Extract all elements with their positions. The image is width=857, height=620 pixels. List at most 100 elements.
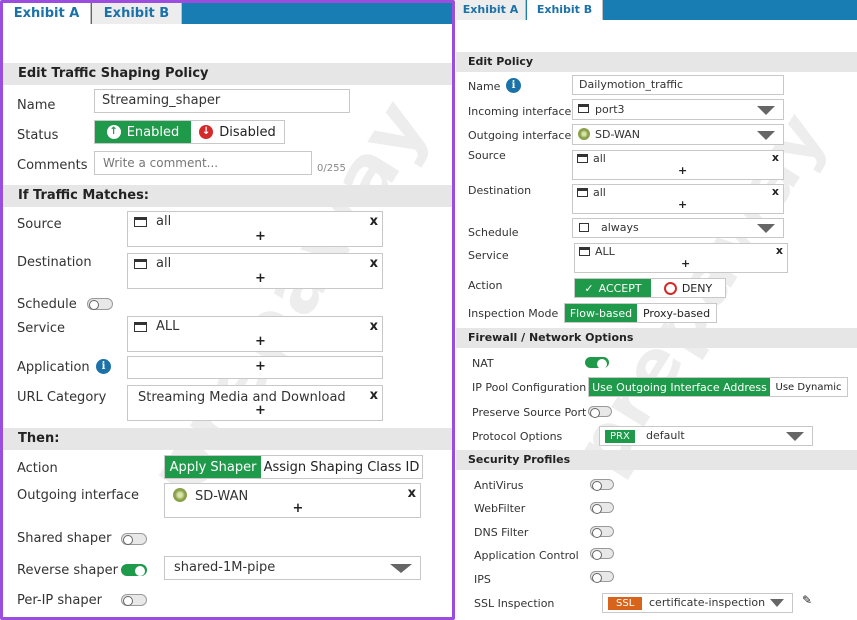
ips-toggle[interactable] bbox=[590, 571, 614, 583]
status-disabled-button[interactable]: ↓ Disabled bbox=[191, 121, 284, 143]
url-category-label: URL Category bbox=[17, 390, 107, 405]
tab-exhibit-a[interactable]: Exhibit A bbox=[3, 3, 91, 24]
use-outgoing-address-button[interactable]: Use Outgoing Interface Address bbox=[589, 378, 770, 396]
schedule-toggle[interactable] bbox=[87, 298, 113, 310]
add-application-icon[interactable]: + bbox=[255, 359, 266, 374]
tab-exhibit-b[interactable]: Exhibit B bbox=[92, 3, 182, 24]
section-firewall-network-options: Firewall / Network Options bbox=[456, 328, 857, 348]
protocol-options-select[interactable]: PRX default bbox=[599, 426, 813, 446]
protocol-options-value: default bbox=[646, 429, 685, 442]
url-category-field[interactable]: Streaming Media and Download x + bbox=[127, 385, 383, 421]
ssl-inspection-value: certificate-inspection bbox=[649, 596, 766, 609]
exhibit-a-tabbar: Exhibit A Exhibit B bbox=[3, 3, 452, 24]
info-icon[interactable]: i bbox=[506, 78, 521, 93]
remove-url-category-icon[interactable]: x bbox=[370, 388, 378, 403]
accept-label: ACCEPT bbox=[598, 281, 642, 295]
name-input[interactable]: Streaming_shaper bbox=[94, 89, 350, 113]
add-service-icon[interactable]: + bbox=[255, 334, 266, 349]
source-value: all bbox=[156, 214, 172, 229]
assign-shaping-class-button[interactable]: Assign Shaping Class ID bbox=[261, 456, 422, 478]
schedule-value: always bbox=[601, 221, 639, 234]
application-control-toggle[interactable] bbox=[590, 548, 614, 560]
service-icon bbox=[579, 247, 590, 256]
sdwan-globe-icon bbox=[578, 128, 590, 140]
accept-button[interactable]: ✓ ACCEPT bbox=[575, 279, 651, 297]
section-if-traffic-matches: If Traffic Matches: bbox=[3, 185, 452, 207]
nat-toggle[interactable] bbox=[585, 357, 609, 369]
service-field[interactable]: ALL x + bbox=[127, 316, 383, 352]
destination-field[interactable]: all x + bbox=[572, 184, 784, 214]
use-dynamic-button[interactable]: Use Dynamic bbox=[770, 378, 847, 396]
reverse-shaper-label: Reverse shaper bbox=[17, 563, 118, 578]
action-selector: ✓ ACCEPT DENY bbox=[574, 278, 726, 298]
tab-exhibit-b[interactable]: Exhibit B bbox=[527, 0, 603, 20]
ssl-inspection-select[interactable]: SSL certificate-inspection bbox=[602, 593, 793, 613]
edit-pencil-icon[interactable]: ✎ bbox=[802, 593, 812, 607]
add-destination-icon[interactable]: + bbox=[255, 271, 266, 286]
chevron-down-icon bbox=[786, 432, 804, 441]
outgoing-interface-select[interactable]: SD-WAN bbox=[572, 124, 784, 145]
add-source-icon[interactable]: + bbox=[678, 164, 687, 177]
deny-icon bbox=[663, 281, 677, 295]
port-icon bbox=[578, 104, 589, 113]
ssl-inspection-label: SSL Inspection bbox=[474, 597, 555, 610]
add-outgoing-icon[interactable]: + bbox=[293, 501, 304, 516]
incoming-interface-select[interactable]: port3 bbox=[572, 99, 784, 120]
status-disabled-label: Disabled bbox=[219, 124, 276, 140]
antivirus-toggle[interactable] bbox=[590, 479, 614, 491]
remove-outgoing-icon[interactable]: x bbox=[408, 486, 416, 501]
webfilter-toggle[interactable] bbox=[590, 502, 614, 514]
name-input[interactable]: Dailymotion_traffic bbox=[572, 75, 784, 95]
add-url-category-icon[interactable]: + bbox=[255, 403, 266, 418]
reverse-shaper-value: shared-1M-pipe bbox=[174, 560, 276, 575]
chevron-down-icon bbox=[770, 599, 784, 607]
remove-destination-icon[interactable]: x bbox=[772, 185, 779, 198]
status-enabled-button[interactable]: ↑ Enabled bbox=[95, 121, 191, 143]
shared-shaper-toggle[interactable] bbox=[121, 533, 147, 545]
schedule-select[interactable]: always bbox=[572, 218, 784, 238]
deny-button[interactable]: DENY bbox=[651, 279, 725, 297]
service-label: Service bbox=[17, 321, 66, 336]
exhibit-b-panel: Exhibit A Exhibit B prepaway Edit Policy… bbox=[456, 0, 857, 620]
add-destination-icon[interactable]: + bbox=[678, 198, 687, 211]
remove-service-icon[interactable]: x bbox=[370, 319, 378, 334]
apply-shaper-button[interactable]: Apply Shaper bbox=[165, 456, 261, 478]
shared-shaper-label: Shared shaper bbox=[17, 531, 112, 546]
source-field[interactable]: all x + bbox=[572, 150, 784, 180]
per-ip-shaper-toggle[interactable] bbox=[121, 594, 147, 606]
comments-textarea[interactable]: Write a comment... bbox=[94, 151, 312, 175]
add-service-icon[interactable]: + bbox=[681, 257, 690, 270]
status-label: Status bbox=[17, 128, 59, 143]
comments-label: Comments bbox=[17, 158, 88, 173]
add-source-icon[interactable]: + bbox=[255, 229, 266, 244]
info-icon[interactable]: i bbox=[96, 359, 111, 374]
preserve-source-port-toggle[interactable] bbox=[588, 406, 612, 418]
remove-source-icon[interactable]: x bbox=[772, 151, 779, 164]
section-then: Then: bbox=[3, 428, 452, 450]
source-field[interactable]: all x + bbox=[127, 211, 383, 247]
address-icon bbox=[134, 259, 147, 269]
remove-destination-icon[interactable]: x bbox=[370, 256, 378, 271]
remove-source-icon[interactable]: x bbox=[370, 214, 378, 229]
service-label: Service bbox=[468, 249, 509, 262]
schedule-label: Schedule bbox=[17, 297, 77, 312]
proxy-based-button[interactable]: Proxy-based bbox=[637, 304, 716, 322]
outgoing-interface-field[interactable]: SD-WAN x + bbox=[164, 483, 421, 518]
flow-based-button[interactable]: Flow-based bbox=[565, 304, 637, 322]
dns-filter-toggle[interactable] bbox=[590, 526, 614, 538]
ip-pool-label: IP Pool Configuration bbox=[472, 381, 587, 394]
application-field[interactable]: + bbox=[127, 356, 383, 379]
tab-exhibit-a[interactable]: Exhibit A bbox=[456, 0, 526, 20]
exhibit-b-tabbar: Exhibit A Exhibit B bbox=[456, 0, 857, 20]
service-value: ALL bbox=[595, 245, 615, 258]
per-ip-shaper-label: Per-IP shaper bbox=[17, 593, 102, 608]
service-field[interactable]: ALL x + bbox=[574, 243, 788, 273]
remove-service-icon[interactable]: x bbox=[776, 244, 783, 257]
outgoing-interface-value: SD-WAN bbox=[195, 489, 249, 504]
destination-field[interactable]: all x + bbox=[127, 253, 383, 289]
reverse-shaper-select[interactable]: shared-1M-pipe bbox=[164, 556, 421, 580]
protocol-options-label: Protocol Options bbox=[472, 430, 563, 443]
name-label: Name bbox=[468, 80, 501, 93]
action-label: Action bbox=[468, 279, 503, 292]
reverse-shaper-toggle[interactable] bbox=[121, 564, 147, 576]
